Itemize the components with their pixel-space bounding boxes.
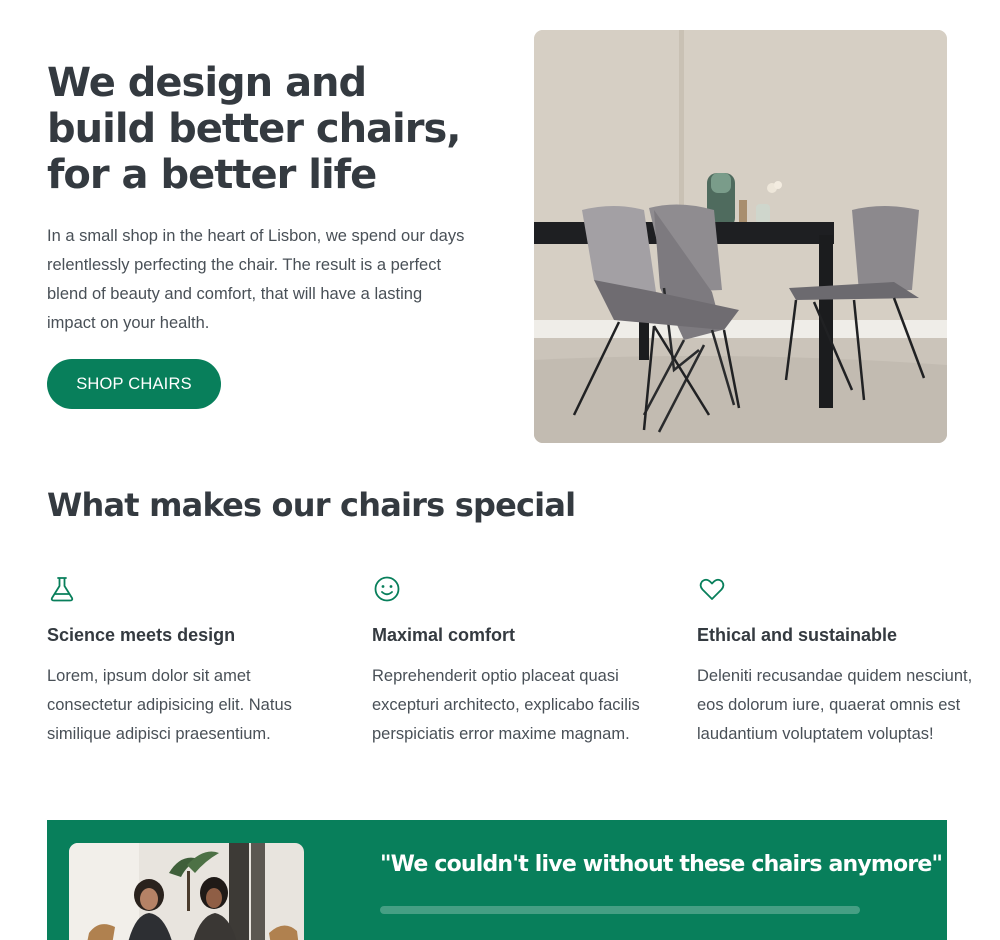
testimonial-text-line xyxy=(380,906,860,914)
hero-image-dining-chairs xyxy=(534,30,947,443)
feature-text: Reprehenderit optio placeat quasi except… xyxy=(372,667,640,743)
feature-ethical-and-sustainable: Ethical and sustainable Deleniti recusan… xyxy=(697,574,977,749)
feature-title: Maximal comfort xyxy=(372,625,516,645)
testimonial-quote: "We couldn't live without these chairs a… xyxy=(380,852,943,877)
feature-science-meets-design: Science meets design Lorem, ipsum dolor … xyxy=(47,574,327,749)
features-heading: What makes our chairs special xyxy=(47,486,576,524)
testimonial-image xyxy=(69,843,304,940)
feature-maximal-comfort: Maximal comfort Reprehenderit optio plac… xyxy=(372,574,652,749)
heart-icon xyxy=(697,574,977,604)
testimonial-section: "We couldn't live without these chairs a… xyxy=(47,820,947,940)
hero-section: We design and build better chairs, for a… xyxy=(0,0,1000,460)
feature-text: Deleniti recusandae quidem nesciunt, eos… xyxy=(697,667,973,743)
feature-text: Lorem, ipsum dolor sit amet consectetur … xyxy=(47,667,292,743)
feature-title: Ethical and sustainable xyxy=(697,625,898,645)
hero-description: In a small shop in the heart of Lisbon, … xyxy=(47,227,465,332)
smiley-icon xyxy=(372,574,652,604)
hero-title: We design and build better chairs, for a… xyxy=(47,60,462,198)
feature-title: Science meets design xyxy=(47,625,236,645)
flask-icon xyxy=(47,574,327,604)
shop-chairs-button[interactable]: SHOP CHAIRS xyxy=(47,359,221,409)
